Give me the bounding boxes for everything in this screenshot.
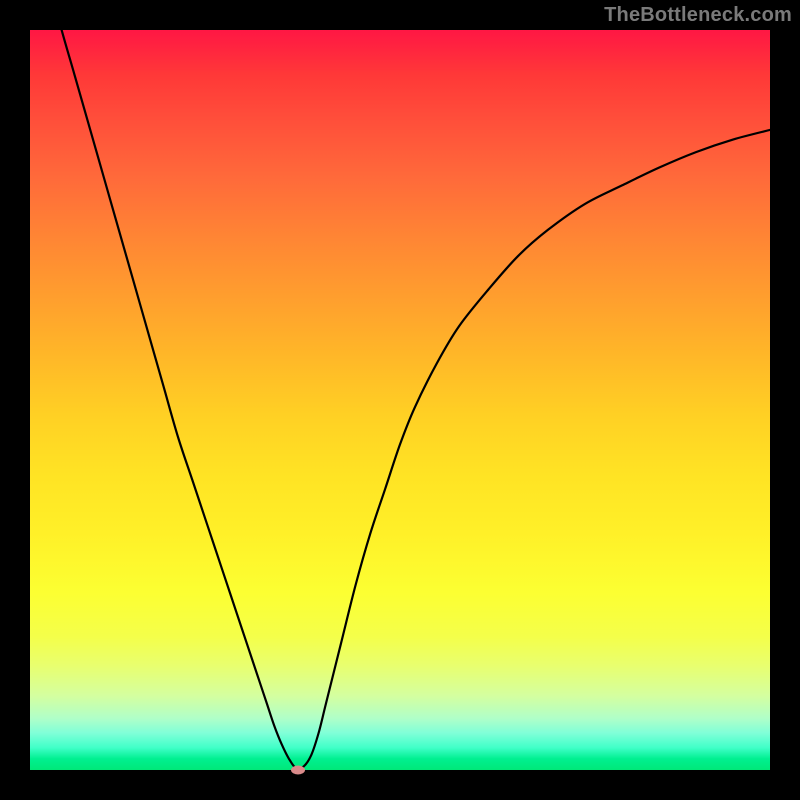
watermark-text: TheBottleneck.com: [604, 4, 792, 27]
plot-area: [30, 30, 770, 770]
curve-svg: [30, 30, 770, 770]
chart-container: TheBottleneck.com: [0, 0, 800, 800]
bottleneck-curve: [30, 30, 770, 769]
minimum-marker: [291, 766, 305, 775]
